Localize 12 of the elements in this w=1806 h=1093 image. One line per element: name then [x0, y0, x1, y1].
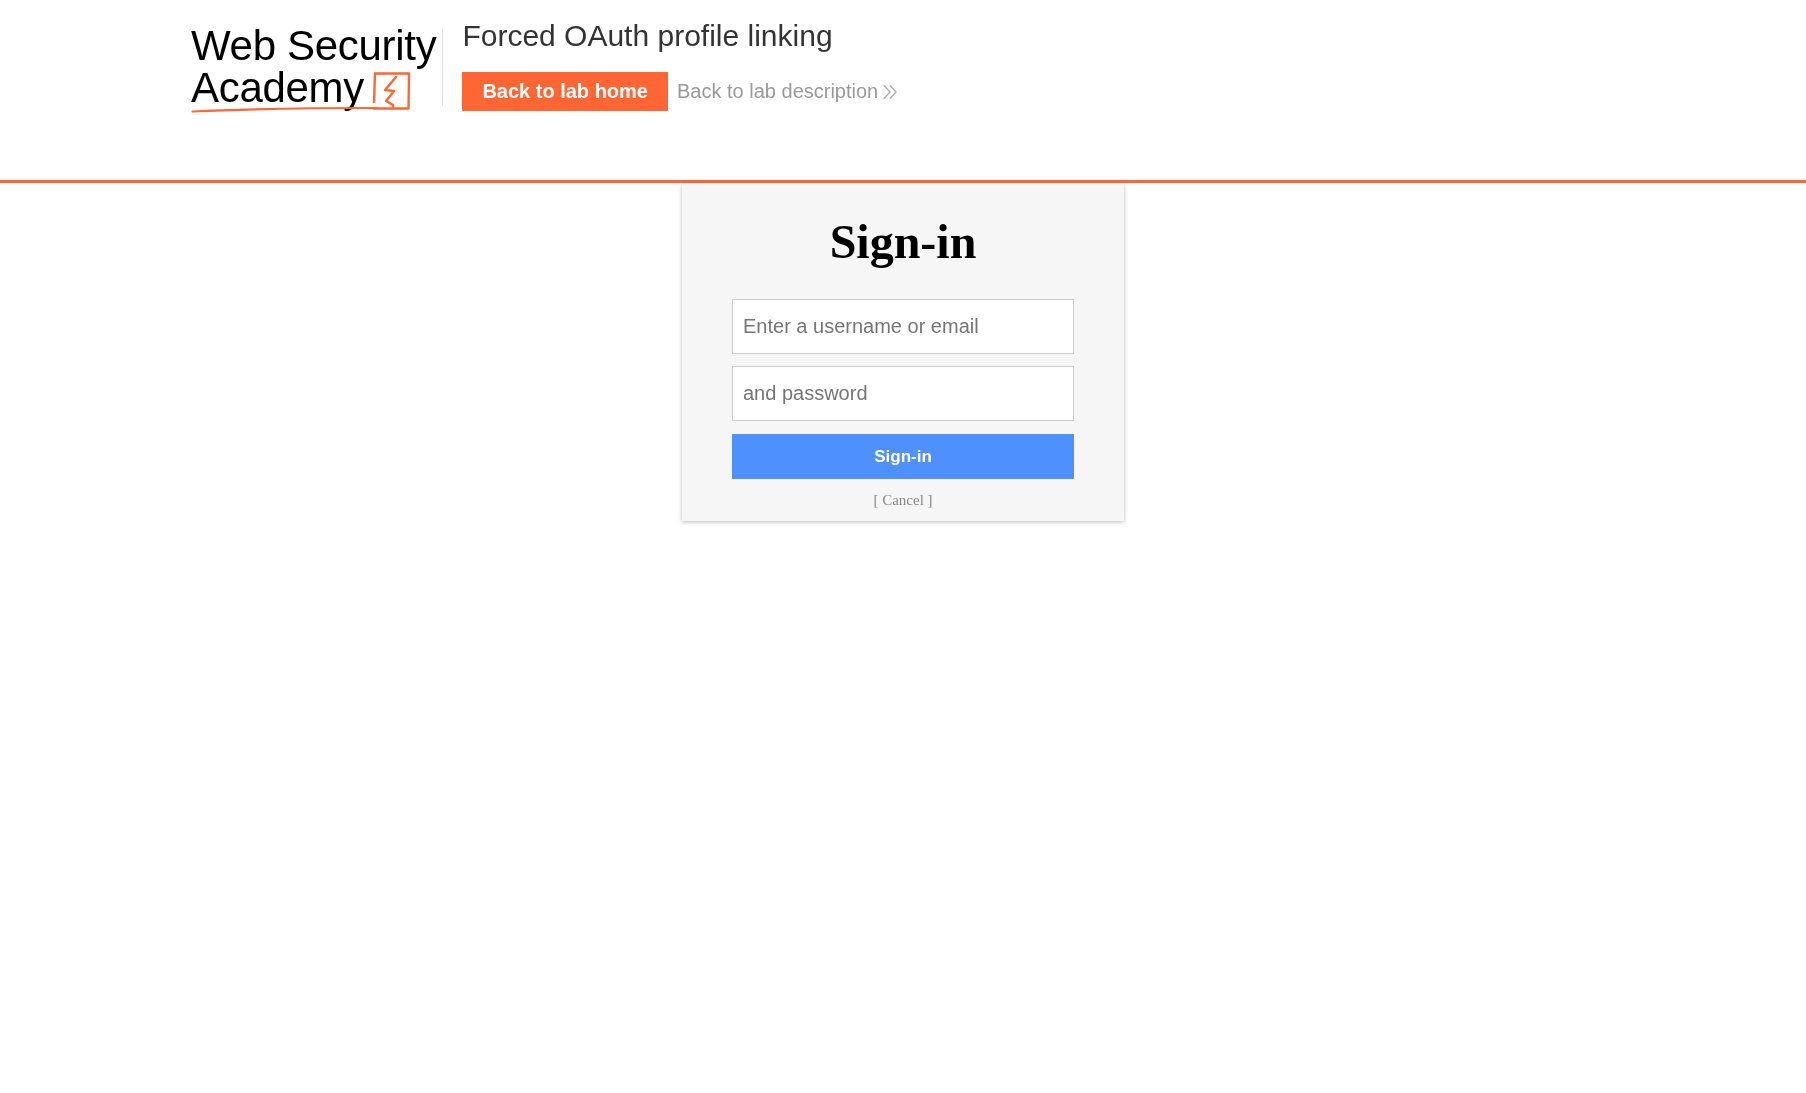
logo-text: Web Security [191, 25, 437, 67]
lab-title: Forced OAuth profile linking [462, 18, 833, 54]
cancel-link[interactable]: [ Cancel ] [873, 491, 933, 509]
sign-in-button[interactable]: Sign-in [732, 434, 1074, 479]
back-to-lab-description-link[interactable]: Back to lab description [677, 80, 899, 103]
input-field[interactable]: and password [732, 366, 1074, 421]
logo-text: Academy [191, 67, 364, 109]
input-field[interactable]: Enter a username or email [732, 299, 1074, 354]
lightning-box-icon [372, 72, 411, 110]
double-chevron-icon [882, 83, 899, 100]
sign-in-heading: Sign-in [829, 214, 977, 270]
back-to-lab-home-button[interactable]: Back to lab home [462, 72, 668, 111]
